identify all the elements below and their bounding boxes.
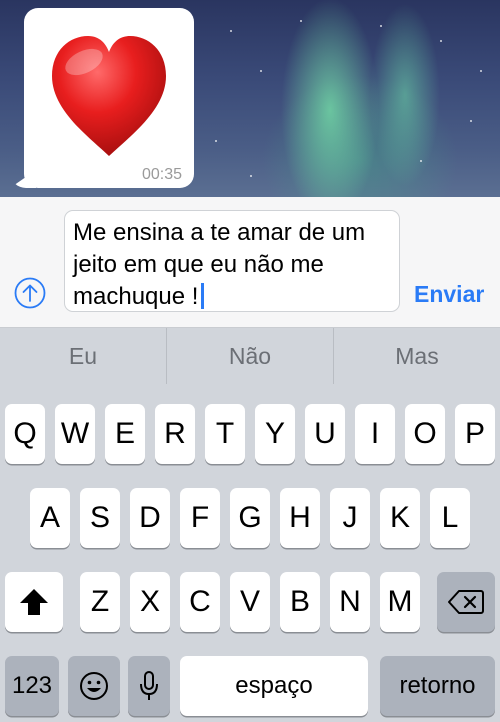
key-t[interactable]: T xyxy=(205,404,245,464)
backspace-icon xyxy=(448,590,484,614)
emoji-key[interactable] xyxy=(68,656,120,716)
key-z[interactable]: Z xyxy=(80,572,120,632)
dictation-key[interactable] xyxy=(128,656,170,716)
arrow-up-circle-icon xyxy=(14,277,46,309)
return-key-label: retorno xyxy=(399,672,476,699)
message-input-line: machuque ! xyxy=(73,283,199,310)
text-caret xyxy=(201,283,205,309)
message-bubble[interactable]: 00:35 xyxy=(24,8,194,188)
suggestion-item[interactable]: Eu xyxy=(0,328,167,384)
shift-key[interactable] xyxy=(5,572,63,632)
key-p[interactable]: P xyxy=(455,404,495,464)
key-g[interactable]: G xyxy=(230,488,270,548)
message-input-line: jeito em que eu não me xyxy=(73,251,324,278)
key-b[interactable]: B xyxy=(280,572,320,632)
key-w[interactable]: W xyxy=(55,404,95,464)
numbers-key[interactable]: 123 xyxy=(5,656,59,716)
key-d[interactable]: D xyxy=(130,488,170,548)
key-a[interactable]: A xyxy=(30,488,70,548)
key-q[interactable]: Q xyxy=(5,404,45,464)
key-l[interactable]: L xyxy=(430,488,470,548)
message-input-line: Me ensina a te amar de um xyxy=(73,219,366,246)
key-u[interactable]: U xyxy=(305,404,345,464)
send-button[interactable]: Enviar xyxy=(414,281,484,308)
key-k[interactable]: K xyxy=(380,488,420,548)
key-h[interactable]: H xyxy=(280,488,320,548)
emoji-icon xyxy=(80,672,108,700)
return-key[interactable]: retorno xyxy=(380,656,495,716)
key-n[interactable]: N xyxy=(330,572,370,632)
key-r[interactable]: R xyxy=(155,404,195,464)
key-f[interactable]: F xyxy=(180,488,220,548)
key-c[interactable]: C xyxy=(180,572,220,632)
microphone-icon xyxy=(140,671,158,700)
composer-bar: Me ensina a te amar de um jeito em que e… xyxy=(0,197,500,328)
shift-arrow-icon xyxy=(20,589,48,615)
key-o[interactable]: O xyxy=(405,404,445,464)
backspace-key[interactable] xyxy=(437,572,495,632)
space-key[interactable]: espaço xyxy=(180,656,368,716)
key-y[interactable]: Y xyxy=(255,404,295,464)
keyboard: Q W E R T Y U I O P A S D F G H J K L Z … xyxy=(0,384,500,722)
key-s[interactable]: S xyxy=(80,488,120,548)
key-m[interactable]: M xyxy=(380,572,420,632)
message-input[interactable]: Me ensina a te amar de um jeito em que e… xyxy=(64,210,400,312)
attach-button[interactable] xyxy=(14,277,46,309)
heart-emoji-icon xyxy=(48,32,170,160)
key-j[interactable]: J xyxy=(330,488,370,548)
suggestion-item[interactable]: Não xyxy=(167,328,334,384)
suggestion-bar: Eu Não Mas xyxy=(0,328,500,384)
numbers-key-label: 123 xyxy=(11,672,53,699)
key-e[interactable]: E xyxy=(105,404,145,464)
key-x[interactable]: X xyxy=(130,572,170,632)
chat-background: 00:35 xyxy=(0,0,500,197)
space-key-label: espaço xyxy=(235,672,313,699)
suggestion-item[interactable]: Mas xyxy=(334,328,500,384)
key-v[interactable]: V xyxy=(230,572,270,632)
key-i[interactable]: I xyxy=(355,404,395,464)
message-time: 00:35 xyxy=(141,166,182,183)
